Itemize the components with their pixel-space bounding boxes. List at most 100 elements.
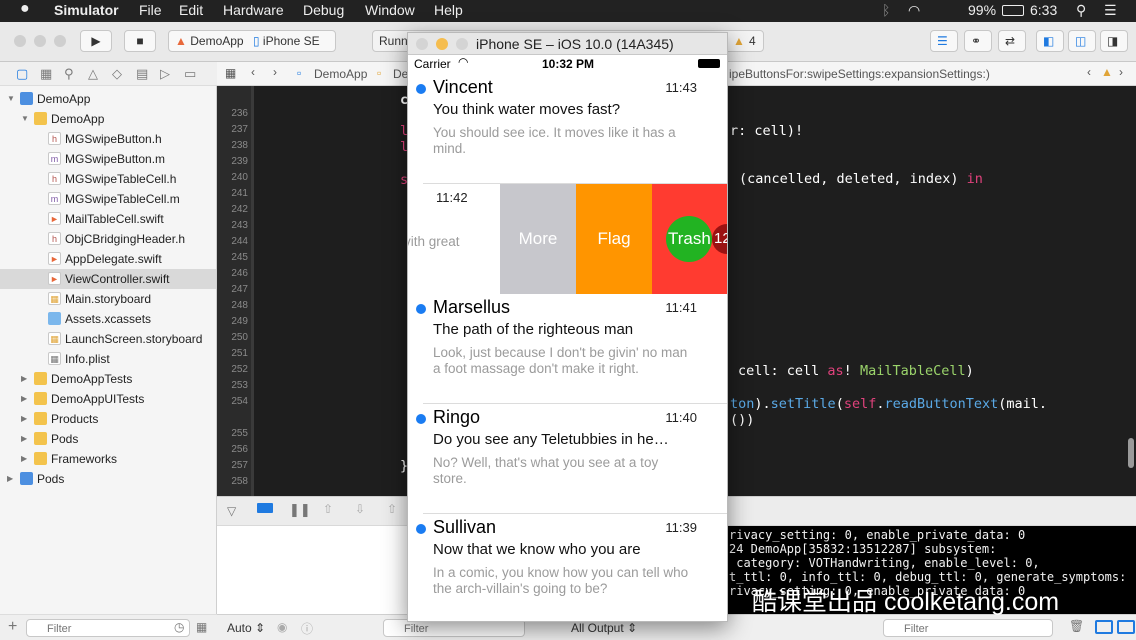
nav-project-pods[interactable]: ▶ Pods — [0, 469, 216, 489]
toggle-navigator-button[interactable]: ◧ — [1036, 30, 1064, 52]
nav-file-selected[interactable]: ► ViewController.swift — [0, 269, 216, 289]
split-view-right-icon[interactable] — [1117, 620, 1135, 634]
mail-cell[interactable]: Marsellus 11:41 The path of the righteou… — [408, 295, 727, 405]
spotlight-icon[interactable]: ⚲ — [1076, 2, 1086, 19]
trash-button[interactable]: Trash 122 — [652, 184, 727, 294]
toggle-utilities-button[interactable]: ◨ — [1100, 30, 1128, 52]
nav-file[interactable]: m MGSwipeTableCell.m — [0, 189, 216, 209]
navigator-filter-input[interactable] — [26, 619, 190, 637]
nav-group-demoapp[interactable]: ▼ DemoApp — [0, 109, 216, 129]
disclosure-closed-icon[interactable]: ▶ — [21, 369, 27, 389]
editor-scrollbar[interactable] — [1128, 438, 1134, 468]
find-icon[interactable]: ⚲ — [64, 66, 74, 82]
related-items-icon[interactable]: ▦ — [225, 66, 236, 80]
disclosure-closed-icon[interactable]: ▶ — [21, 429, 27, 449]
breakpoints-toggle-icon[interactable] — [257, 503, 273, 513]
menu-window[interactable]: Window — [365, 2, 415, 18]
minimize-window-icon[interactable] — [34, 35, 46, 47]
disclosure-closed-icon[interactable]: ▶ — [7, 469, 13, 489]
disclosure-open-icon[interactable]: ▼ — [7, 89, 15, 109]
mail-cell[interactable]: Sullivan 11:39 Now that we know who you … — [408, 515, 727, 621]
filter-options-icon[interactable]: ▦ — [196, 620, 207, 634]
nav-file[interactable]: h MGSwipeTableCell.h — [0, 169, 216, 189]
nav-file[interactable]: Assets.xcassets — [0, 309, 216, 329]
console-filter-input[interactable] — [883, 619, 1053, 637]
standard-editor-button[interactable]: ☰ — [930, 30, 958, 52]
jump-crumb-method[interactable]: ipeButtonsFor:swipeSettings:expansionSet… — [729, 67, 990, 81]
toggle-debug-area-button[interactable]: ◫ — [1068, 30, 1096, 52]
menu-app-name[interactable]: Simulator — [54, 2, 119, 18]
simulator-close-icon[interactable] — [416, 38, 428, 50]
battery-percent[interactable]: 99% — [968, 2, 996, 18]
disclosure-open-icon[interactable]: ▼ — [21, 109, 29, 129]
prev-issue-icon[interactable]: ‹ — [1087, 65, 1091, 79]
scheme-selector[interactable]: ▲ DemoApp ▯ iPhone SE — [168, 30, 336, 52]
nav-file[interactable]: ► AppDelegate.swift — [0, 249, 216, 269]
console-output-selector[interactable]: All Output ⇕ — [571, 621, 637, 635]
recent-files-icon[interactable]: ◷ — [174, 620, 184, 634]
simulator-zoom-icon[interactable] — [456, 38, 468, 50]
nav-group[interactable]: ▶ DemoAppTests — [0, 369, 216, 389]
next-issue-icon[interactable]: › — [1119, 65, 1123, 79]
step-over-icon[interactable]: ⇧ — [323, 502, 333, 516]
debug-icon[interactable]: ▤ — [136, 66, 148, 82]
more-button[interactable]: More — [500, 184, 576, 294]
disclosure-closed-icon[interactable]: ▶ — [21, 449, 27, 469]
issue-icon[interactable]: △ — [88, 66, 98, 82]
menu-clock[interactable]: 6:33 — [1030, 2, 1057, 18]
mail-cell[interactable]: Vincent 11:43 You think water moves fast… — [408, 75, 727, 185]
back-icon[interactable]: ‹ — [251, 65, 255, 79]
add-file-icon[interactable]: + — [8, 618, 17, 636]
split-view-left-icon[interactable] — [1095, 620, 1113, 634]
nav-file[interactable]: ▦ Main.storyboard — [0, 289, 216, 309]
simulator-minimize-icon[interactable] — [436, 38, 448, 50]
quick-look-icon[interactable]: ◉ — [277, 620, 287, 634]
warning-icon[interactable]: ▲ — [733, 34, 745, 48]
menu-file[interactable]: File — [139, 2, 162, 18]
nav-group[interactable]: ▶ Products — [0, 409, 216, 429]
nav-file[interactable]: m MGSwipeButton.m — [0, 149, 216, 169]
nav-file[interactable]: h MGSwipeButton.h — [0, 129, 216, 149]
nav-project-root[interactable]: ▼ DemoApp — [0, 89, 216, 109]
menu-help[interactable]: Help — [434, 2, 463, 18]
run-button[interactable]: ▶ — [80, 30, 112, 52]
iphone-screen[interactable]: Carrier ◠ 10:32 PM Vincent 11:43 You thi… — [408, 55, 727, 621]
step-out-icon[interactable]: ⇧ — [387, 502, 397, 516]
stop-button[interactable]: ■ — [124, 30, 156, 52]
wifi-icon[interactable]: ◠ — [908, 2, 920, 19]
clear-console-icon[interactable]: 🗑 — [1069, 619, 1084, 633]
jump-crumb-project[interactable]: DemoApp — [314, 67, 367, 81]
battery-icon[interactable] — [1002, 5, 1024, 16]
nav-group[interactable]: ▶ DemoAppUITests — [0, 389, 216, 409]
assistant-editor-button[interactable]: ⚭ — [964, 30, 992, 52]
hide-debug-area-icon[interactable]: ▽ — [227, 504, 236, 518]
nav-group[interactable]: ▶ Pods — [0, 429, 216, 449]
zoom-window-icon[interactable] — [54, 35, 66, 47]
forward-icon[interactable]: › — [273, 65, 277, 79]
menu-hardware[interactable]: Hardware — [223, 2, 284, 18]
close-window-icon[interactable] — [14, 35, 26, 47]
nav-file[interactable]: ▦ LaunchScreen.storyboard — [0, 329, 216, 349]
notification-center-icon[interactable]: ☰ — [1104, 2, 1117, 19]
swiped-mail-cell[interactable]: 11:42 vith great More Flag Trash 122 — [408, 184, 727, 294]
warning-icon[interactable]: ▲ — [1101, 65, 1113, 79]
folder-icon[interactable]: ▢ — [16, 66, 28, 82]
menu-edit[interactable]: Edit — [179, 2, 203, 18]
variables-scope-selector[interactable]: Auto ⇕ — [227, 621, 265, 635]
nav-file[interactable]: ▦ Info.plist — [0, 349, 216, 369]
disclosure-closed-icon[interactable]: ▶ — [21, 389, 27, 409]
breakpoint-icon[interactable]: ▷ — [160, 66, 170, 82]
pause-icon[interactable]: ❚❚ — [289, 502, 311, 518]
nav-file[interactable]: ► MailTableCell.swift — [0, 209, 216, 229]
flag-button[interactable]: Flag — [576, 184, 652, 294]
disclosure-closed-icon[interactable]: ▶ — [21, 409, 27, 429]
version-editor-button[interactable]: ⇄ — [998, 30, 1026, 52]
test-icon[interactable]: ◇ — [112, 66, 122, 82]
step-into-icon[interactable]: ⇩ — [355, 502, 365, 516]
bluetooth-icon[interactable]: ᛒ — [882, 2, 890, 18]
report-icon[interactable]: ▭ — [184, 66, 196, 82]
nav-file[interactable]: h ObjCBridgingHeader.h — [0, 229, 216, 249]
warning-count[interactable]: 4 — [749, 34, 756, 48]
menu-debug[interactable]: Debug — [303, 2, 344, 18]
symbol-icon[interactable]: ▦ — [40, 66, 52, 82]
